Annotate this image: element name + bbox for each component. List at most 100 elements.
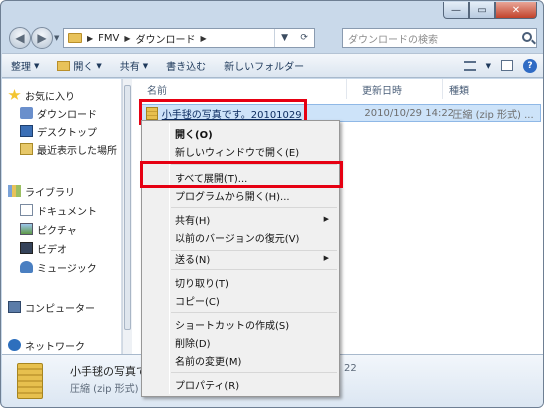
scrollbar-thumb[interactable] (124, 85, 131, 330)
menu-item-copy[interactable]: コピー(C) (175, 291, 220, 309)
menu-separator (171, 312, 337, 313)
nav-label: デスクトップ (37, 127, 97, 139)
nav-computer[interactable]: コンピューター (8, 299, 95, 315)
submenu-arrow-icon: ▶ (323, 215, 329, 223)
search-icon[interactable] (522, 32, 532, 42)
documents-icon (20, 204, 33, 216)
breadcrumb-chevron-icon[interactable]: ▶ (87, 34, 93, 43)
column-header: 名前 更新日時 種類 (132, 79, 543, 99)
share-label: 共有 (119, 62, 140, 73)
column-name[interactable]: 名前 (132, 79, 347, 99)
search-input[interactable]: ダウンロードの検索 (342, 28, 537, 48)
computer-icon (8, 301, 21, 313)
star-icon (8, 89, 21, 100)
nav-label: ダウンロード (37, 109, 97, 121)
chevron-down-icon: ▼ (96, 61, 102, 70)
libraries-icon (8, 185, 21, 197)
view-options-icon[interactable] (463, 60, 476, 71)
menu-separator (171, 269, 337, 270)
preview-pane-icon[interactable] (501, 60, 513, 71)
search-placeholder: ダウンロードの検索 (348, 34, 438, 46)
new-folder-button[interactable]: 新しいフォルダー (215, 58, 313, 73)
nav-label: コンピューター (25, 303, 95, 315)
address-dropdown-icon[interactable]: ▼ (281, 33, 288, 43)
navigation-pane: お気に入り ダウンロード デスクトップ 最近表示した場所 ライブラリ ドキュメン… (2, 79, 121, 354)
nav-recent-places[interactable]: 最近表示した場所 (20, 141, 117, 157)
nav-documents[interactable]: ドキュメント (20, 202, 97, 218)
nav-videos[interactable]: ビデオ (20, 240, 67, 256)
menu-separator (171, 372, 337, 373)
toolbar-right: ▼ ? (463, 58, 537, 73)
nav-label: 最近表示した場所 (37, 145, 117, 157)
nav-music[interactable]: ミュージック (20, 259, 97, 275)
nav-label: ビデオ (37, 244, 67, 256)
organize-button[interactable]: 整理 ▼ (2, 58, 48, 74)
menu-item-send-to[interactable]: 送る(N) (175, 249, 210, 267)
breadcrumb-downloads[interactable]: ダウンロード (136, 31, 196, 46)
burn-label: 書き込む (166, 62, 207, 73)
menu-item-delete[interactable]: 削除(D) (175, 333, 211, 351)
organize-label: 整理 (11, 62, 31, 73)
column-type[interactable]: 種類 (443, 79, 543, 99)
address-bar[interactable]: ▶ FMV ▶ ダウンロード ▶ ▼ ⟳ (63, 28, 315, 48)
maximize-button[interactable]: ▭ (469, 2, 495, 19)
file-type: 圧縮 (zip 形式) ... (452, 109, 534, 121)
menu-highlight-frame (140, 161, 343, 188)
menu-item-open[interactable]: 開く(O) (175, 124, 213, 142)
nav-libraries[interactable]: ライブラリ (8, 183, 75, 199)
nav-desktop[interactable]: デスクトップ (20, 123, 97, 139)
file-date: 2010/10/29 14:22 (364, 107, 455, 119)
command-bar: 整理 ▼ 開く ▼ 共有 ▼ 書き込む 新しいフォルダー ▼ ? (2, 53, 543, 78)
back-button[interactable]: ◀ (9, 27, 31, 49)
desktop-icon (20, 125, 33, 137)
nav-label: ミュージック (37, 263, 97, 275)
network-icon (8, 339, 21, 351)
menu-item-properties[interactable]: プロパティ(R) (175, 375, 239, 393)
nav-scrollbar[interactable] (122, 79, 132, 354)
recent-places-icon (20, 143, 33, 155)
open-label: 開く (73, 62, 94, 73)
menu-item-create-shortcut[interactable]: ショートカットの作成(S) (175, 315, 289, 333)
menu-separator (171, 207, 337, 208)
forward-button[interactable]: ▶ (31, 27, 53, 49)
minimize-button[interactable]: — (443, 2, 469, 19)
nav-favorites[interactable]: お気に入り (8, 87, 75, 103)
music-icon (20, 261, 33, 273)
recent-pages-dropdown-icon[interactable]: ▼ (54, 34, 59, 42)
breadcrumb-chevron-icon[interactable]: ▶ (124, 34, 130, 43)
column-date[interactable]: 更新日時 (347, 79, 443, 99)
breadcrumb-chevron-icon[interactable]: ▶ (201, 34, 207, 43)
submenu-arrow-icon: ▶ (323, 254, 329, 262)
close-button[interactable]: ✕ (495, 2, 537, 19)
nav-network[interactable]: ネットワーク (8, 337, 85, 353)
folder-icon (57, 60, 71, 71)
folder-icon (68, 33, 82, 43)
downloads-folder-icon (20, 107, 33, 119)
help-icon[interactable]: ? (523, 58, 537, 73)
burn-button[interactable]: 書き込む (157, 58, 215, 73)
videos-icon (20, 242, 33, 254)
menu-item-rename[interactable]: 名前の変更(M) (175, 351, 241, 369)
menu-item-cut[interactable]: 切り取り(T) (175, 273, 229, 291)
caption-buttons: — ▭ ✕ (443, 2, 537, 20)
open-button[interactable]: 開く ▼ (48, 58, 110, 73)
chevron-down-icon[interactable]: ▼ (486, 62, 491, 70)
chevron-down-icon: ▼ (34, 61, 40, 70)
zip-folder-large-icon (17, 363, 43, 399)
menu-item-open-new-window[interactable]: 新しいウィンドウで開く(E) (175, 142, 299, 160)
nav-label: ドキュメント (37, 206, 97, 218)
nav-pictures[interactable]: ピクチャ (20, 221, 77, 237)
pictures-icon (20, 223, 33, 235)
menu-item-restore-previous[interactable]: 以前のバージョンの復元(V) (175, 228, 299, 246)
refresh-icon[interactable]: ⟳ (300, 33, 308, 43)
share-button[interactable]: 共有 ▼ (111, 58, 157, 74)
nav-label: ネットワーク (25, 341, 85, 353)
details-date-fragment: 22 (344, 363, 357, 374)
new-folder-label: 新しいフォルダー (224, 62, 305, 73)
menu-item-share[interactable]: 共有(H) (175, 210, 335, 228)
nav-downloads[interactable]: ダウンロード (20, 105, 97, 121)
breadcrumb-fmv[interactable]: FMV (98, 33, 119, 44)
chevron-down-icon: ▼ (142, 61, 149, 70)
nav-label: ライブラリ (25, 187, 75, 199)
menu-item-open-with[interactable]: プログラムから開く(H)... (175, 186, 290, 204)
